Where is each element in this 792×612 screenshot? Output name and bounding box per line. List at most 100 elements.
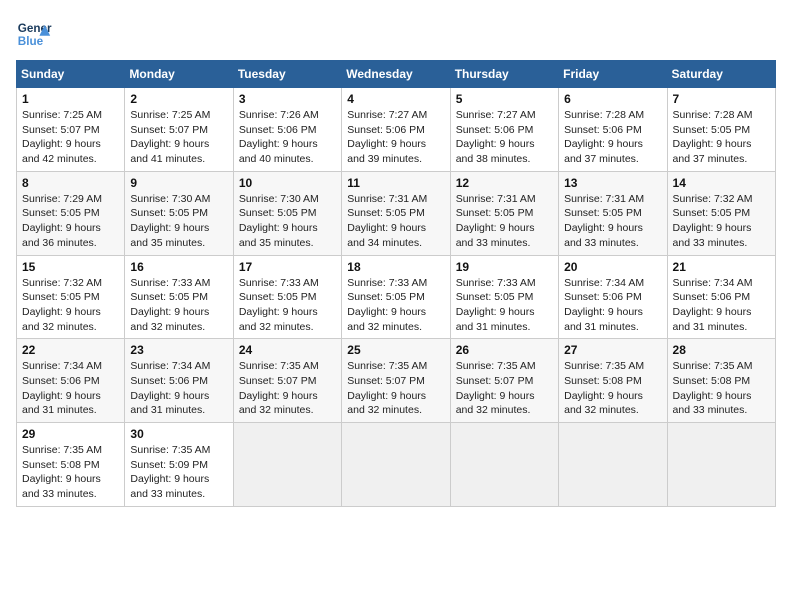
weekday-header-monday: Monday (125, 61, 233, 88)
header: General Blue (16, 16, 776, 52)
day-number: 24 (239, 343, 336, 357)
day-info: Sunrise: 7:31 AM Sunset: 5:05 PM Dayligh… (347, 192, 444, 251)
calendar-cell (342, 423, 450, 507)
day-number: 2 (130, 92, 227, 106)
calendar-cell: 29Sunrise: 7:35 AM Sunset: 5:08 PM Dayli… (17, 423, 125, 507)
day-number: 30 (130, 427, 227, 441)
calendar-cell: 6 Sunrise: 7:28 AM Sunset: 5:06 PM Daylig… (559, 88, 667, 172)
day-number: 20 (564, 260, 661, 274)
logo-icon: General Blue (16, 16, 52, 52)
day-info: Sunrise: 7:27 AM Sunset: 5:06 PM Dayligh… (347, 108, 444, 167)
day-number: 26 (456, 343, 553, 357)
calendar-cell (559, 423, 667, 507)
day-number: 5 (456, 92, 553, 106)
day-number: 9 (130, 176, 227, 190)
day-number: 15 (22, 260, 119, 274)
day-info: Sunrise: 7:32 AM Sunset: 5:05 PM Dayligh… (673, 192, 770, 251)
day-info: Sunrise: 7:32 AM Sunset: 5:05 PM Dayligh… (22, 276, 119, 335)
day-number: 3 (239, 92, 336, 106)
day-number: 7 (673, 92, 770, 106)
day-number: 21 (673, 260, 770, 274)
day-number: 11 (347, 176, 444, 190)
calendar-cell: 8 Sunrise: 7:29 AM Sunset: 5:05 PM Daylig… (17, 171, 125, 255)
day-info: Sunrise: 7:28 AM Sunset: 5:06 PM Dayligh… (564, 108, 661, 167)
calendar-cell: 7Sunrise: 7:28 AM Sunset: 5:05 PM Daylig… (667, 88, 775, 172)
calendar-cell: 5 Sunrise: 7:27 AM Sunset: 5:06 PM Daylig… (450, 88, 558, 172)
calendar-cell: 21 Sunrise: 7:34 AM Sunset: 5:06 PM Dayli… (667, 255, 775, 339)
calendar-cell: 12 Sunrise: 7:31 AM Sunset: 5:05 PM Dayli… (450, 171, 558, 255)
day-number: 8 (22, 176, 119, 190)
day-number: 16 (130, 260, 227, 274)
day-number: 17 (239, 260, 336, 274)
weekday-header-thursday: Thursday (450, 61, 558, 88)
day-info: Sunrise: 7:33 AM Sunset: 5:05 PM Dayligh… (347, 276, 444, 335)
calendar-cell: 11 Sunrise: 7:31 AM Sunset: 5:05 PM Dayli… (342, 171, 450, 255)
day-number: 19 (456, 260, 553, 274)
calendar-cell: 26 Sunrise: 7:35 AM Sunset: 5:07 PM Dayli… (450, 339, 558, 423)
day-info: Sunrise: 7:34 AM Sunset: 5:06 PM Dayligh… (22, 359, 119, 418)
day-info: Sunrise: 7:34 AM Sunset: 5:06 PM Dayligh… (673, 276, 770, 335)
calendar-cell: 10 Sunrise: 7:30 AM Sunset: 5:05 PM Dayli… (233, 171, 341, 255)
day-info: Sunrise: 7:33 AM Sunset: 5:05 PM Dayligh… (130, 276, 227, 335)
day-info: Sunrise: 7:27 AM Sunset: 5:06 PM Dayligh… (456, 108, 553, 167)
weekday-header-friday: Friday (559, 61, 667, 88)
day-info: Sunrise: 7:35 AM Sunset: 5:07 PM Dayligh… (347, 359, 444, 418)
day-info: Sunrise: 7:35 AM Sunset: 5:08 PM Dayligh… (564, 359, 661, 418)
calendar-cell: 14 Sunrise: 7:32 AM Sunset: 5:05 PM Dayli… (667, 171, 775, 255)
calendar-cell: 16 Sunrise: 7:33 AM Sunset: 5:05 PM Dayli… (125, 255, 233, 339)
calendar-cell (450, 423, 558, 507)
day-number: 13 (564, 176, 661, 190)
calendar-table: SundayMondayTuesdayWednesdayThursdayFrid… (16, 60, 776, 507)
calendar-cell: 3 Sunrise: 7:26 AM Sunset: 5:06 PM Daylig… (233, 88, 341, 172)
day-info: Sunrise: 7:25 AM Sunset: 5:07 PM Dayligh… (22, 108, 119, 167)
day-info: Sunrise: 7:30 AM Sunset: 5:05 PM Dayligh… (239, 192, 336, 251)
calendar-cell: 13 Sunrise: 7:31 AM Sunset: 5:05 PM Dayli… (559, 171, 667, 255)
day-number: 23 (130, 343, 227, 357)
calendar-cell: 20 Sunrise: 7:34 AM Sunset: 5:06 PM Dayli… (559, 255, 667, 339)
day-number: 25 (347, 343, 444, 357)
calendar-cell: 23 Sunrise: 7:34 AM Sunset: 5:06 PM Dayli… (125, 339, 233, 423)
day-number: 22 (22, 343, 119, 357)
weekday-header-tuesday: Tuesday (233, 61, 341, 88)
calendar-cell: 15 Sunrise: 7:32 AM Sunset: 5:05 PM Dayli… (17, 255, 125, 339)
calendar-cell: 19 Sunrise: 7:33 AM Sunset: 5:05 PM Dayli… (450, 255, 558, 339)
calendar-cell: 28 Sunrise: 7:35 AM Sunset: 5:08 PM Dayli… (667, 339, 775, 423)
day-info: Sunrise: 7:34 AM Sunset: 5:06 PM Dayligh… (130, 359, 227, 418)
day-number: 18 (347, 260, 444, 274)
day-number: 29 (22, 427, 119, 441)
calendar-cell: 27 Sunrise: 7:35 AM Sunset: 5:08 PM Dayli… (559, 339, 667, 423)
calendar-cell: 9Sunrise: 7:30 AM Sunset: 5:05 PM Daylig… (125, 171, 233, 255)
day-info: Sunrise: 7:35 AM Sunset: 5:07 PM Dayligh… (239, 359, 336, 418)
day-number: 12 (456, 176, 553, 190)
calendar-cell (667, 423, 775, 507)
day-number: 28 (673, 343, 770, 357)
svg-text:Blue: Blue (18, 35, 44, 48)
logo: General Blue (16, 16, 52, 52)
calendar-cell: 22 Sunrise: 7:34 AM Sunset: 5:06 PM Dayli… (17, 339, 125, 423)
day-number: 10 (239, 176, 336, 190)
day-info: Sunrise: 7:33 AM Sunset: 5:05 PM Dayligh… (239, 276, 336, 335)
day-number: 4 (347, 92, 444, 106)
calendar-cell: 24 Sunrise: 7:35 AM Sunset: 5:07 PM Dayli… (233, 339, 341, 423)
calendar-cell: 17 Sunrise: 7:33 AM Sunset: 5:05 PM Dayli… (233, 255, 341, 339)
day-number: 14 (673, 176, 770, 190)
day-info: Sunrise: 7:31 AM Sunset: 5:05 PM Dayligh… (456, 192, 553, 251)
day-number: 1 (22, 92, 119, 106)
day-info: Sunrise: 7:35 AM Sunset: 5:08 PM Dayligh… (673, 359, 770, 418)
day-info: Sunrise: 7:33 AM Sunset: 5:05 PM Dayligh… (456, 276, 553, 335)
calendar-cell: 18 Sunrise: 7:33 AM Sunset: 5:05 PM Dayli… (342, 255, 450, 339)
weekday-header-saturday: Saturday (667, 61, 775, 88)
weekday-header-wednesday: Wednesday (342, 61, 450, 88)
day-info: Sunrise: 7:35 AM Sunset: 5:07 PM Dayligh… (456, 359, 553, 418)
day-info: Sunrise: 7:26 AM Sunset: 5:06 PM Dayligh… (239, 108, 336, 167)
day-info: Sunrise: 7:31 AM Sunset: 5:05 PM Dayligh… (564, 192, 661, 251)
calendar-cell (233, 423, 341, 507)
day-number: 6 (564, 92, 661, 106)
day-info: Sunrise: 7:34 AM Sunset: 5:06 PM Dayligh… (564, 276, 661, 335)
day-number: 27 (564, 343, 661, 357)
calendar-cell: 25 Sunrise: 7:35 AM Sunset: 5:07 PM Dayli… (342, 339, 450, 423)
calendar-cell: 4 Sunrise: 7:27 AM Sunset: 5:06 PM Daylig… (342, 88, 450, 172)
calendar-cell: 2Sunrise: 7:25 AM Sunset: 5:07 PM Daylig… (125, 88, 233, 172)
day-info: Sunrise: 7:29 AM Sunset: 5:05 PM Dayligh… (22, 192, 119, 251)
day-info: Sunrise: 7:35 AM Sunset: 5:09 PM Dayligh… (130, 443, 227, 502)
